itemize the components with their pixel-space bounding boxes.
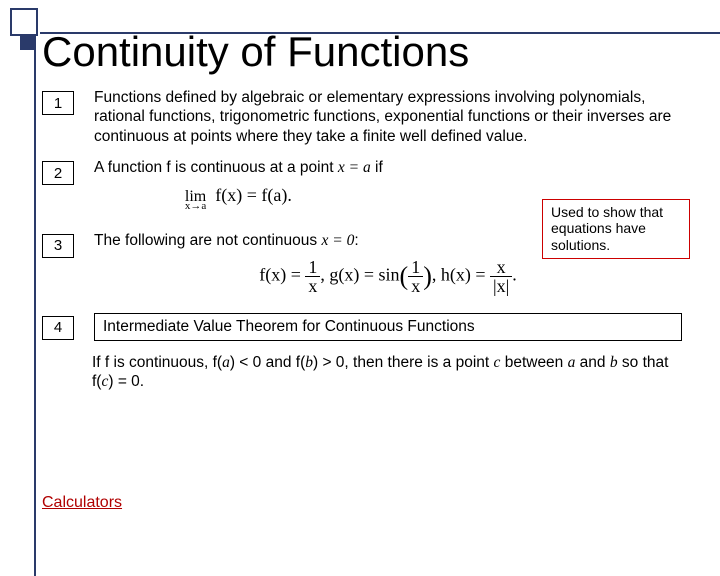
page-title: Continuity of Functions: [42, 28, 469, 76]
item-text-2: A function f is continuous at a point x …: [94, 158, 383, 212]
item-3-eq: x = 0: [321, 232, 354, 249]
content-area: 1 Functions defined by algebraic or elem…: [42, 88, 682, 392]
item-number-3: 3: [42, 234, 74, 258]
item-number-1: 1: [42, 91, 74, 115]
item-4: 4 Intermediate Value Theorem for Continu…: [42, 313, 682, 341]
ivt-title-box: Intermediate Value Theorem for Continuou…: [94, 313, 682, 341]
item-4-body: If f is continuous, f(a) < 0 and f(b) > …: [92, 353, 682, 392]
item-2-text-pre: A function f is continuous at a point: [94, 159, 338, 176]
item-text-1: Functions defined by algebraic or elemen…: [94, 88, 682, 146]
item-3-text-post: :: [354, 232, 358, 249]
note-callout: Used to show that equations have solutio…: [542, 199, 690, 259]
item-3: 3 The following are not continuous x = 0…: [42, 231, 682, 301]
limit-subscript: x→a: [185, 200, 206, 214]
item-2-formula: lim x→a f(x) = f(a).: [94, 184, 383, 207]
item-2-eq: x = a: [338, 159, 371, 176]
calculators-link[interactable]: Calculators: [42, 494, 122, 512]
item-1: 1 Functions defined by algebraic or elem…: [42, 88, 682, 146]
item-number-2: 2: [42, 161, 74, 185]
item-3-text-pre: The following are not continuous: [94, 232, 321, 249]
item-2-text-post: if: [371, 159, 383, 176]
item-number-4: 4: [42, 316, 74, 340]
item-3-formula: f(x) = 1x, g(x) = sin(1x), h(x) = x|x|.: [94, 258, 682, 295]
